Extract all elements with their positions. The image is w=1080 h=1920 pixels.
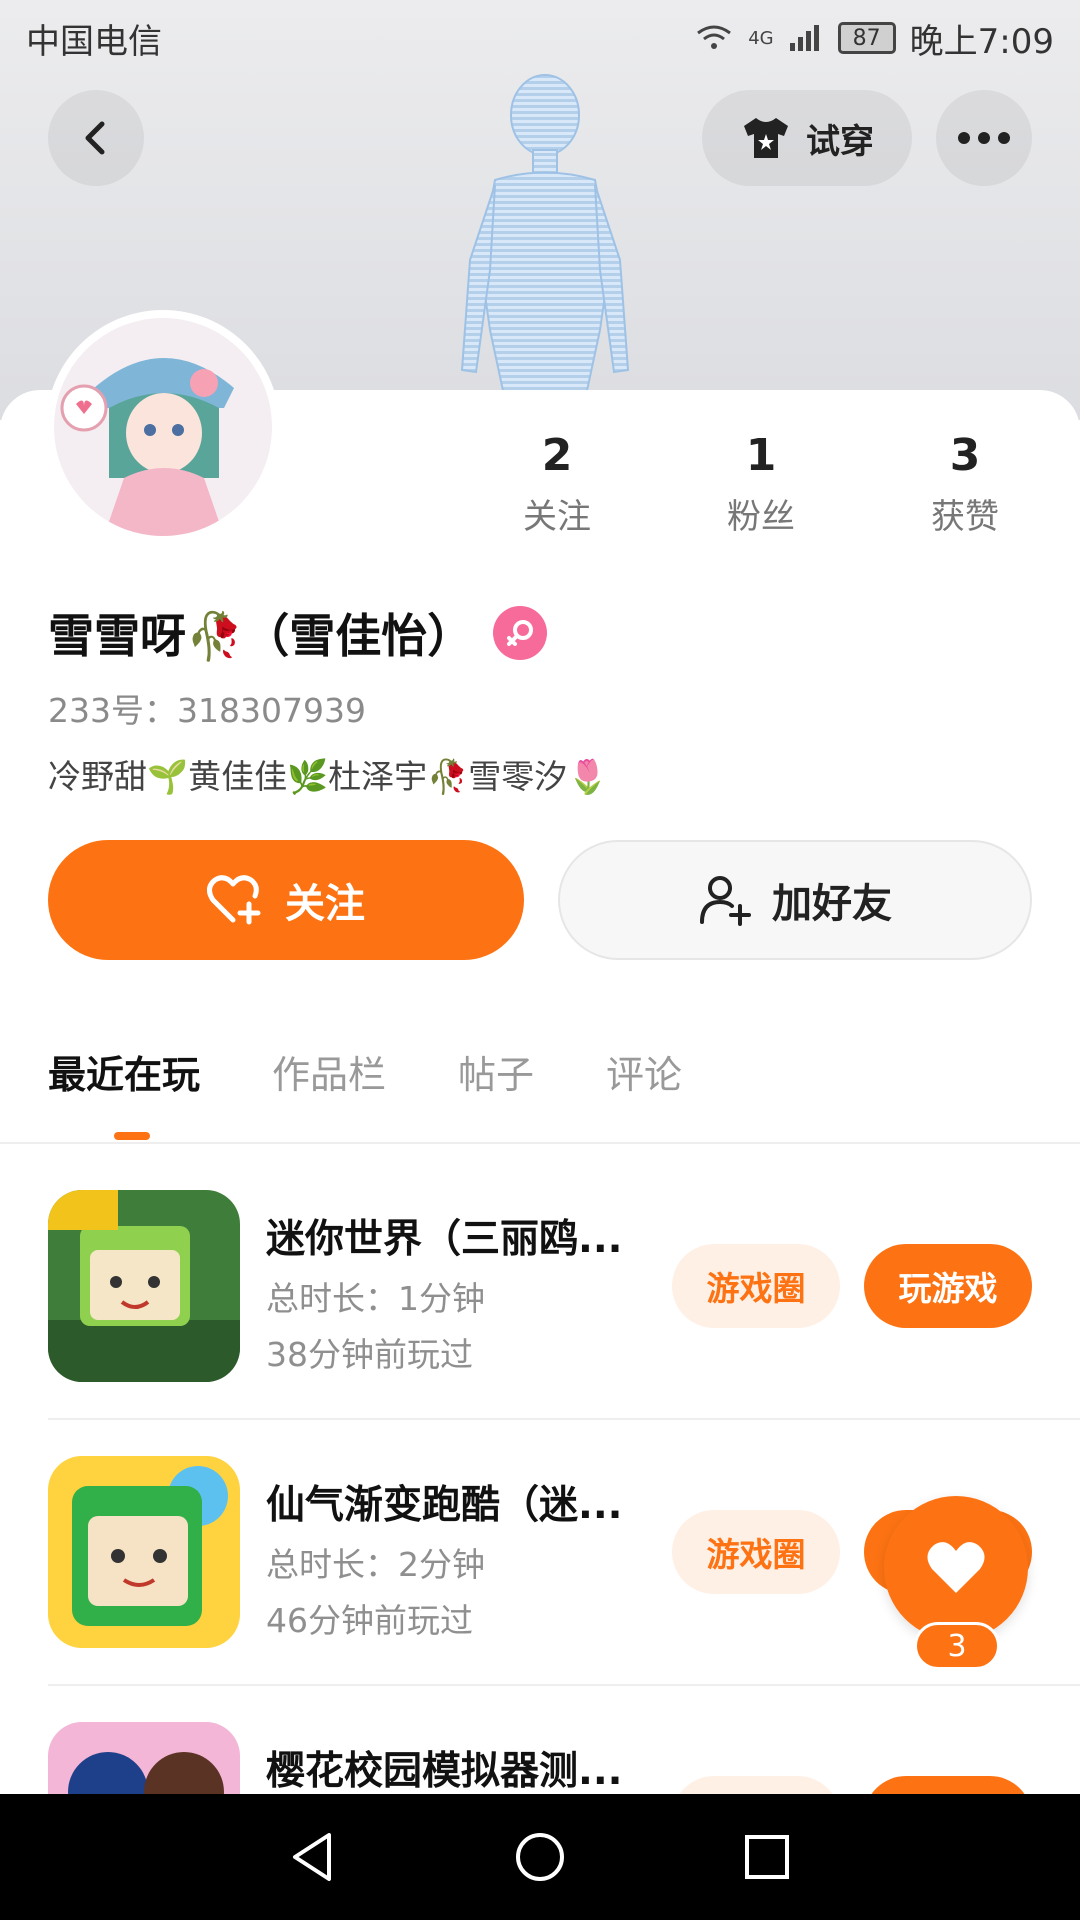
add-user-icon bbox=[700, 876, 751, 926]
wifi-icon bbox=[697, 25, 732, 49]
stat-label: 获赞 bbox=[931, 497, 999, 537]
more-dots-icon bbox=[958, 132, 1010, 144]
list-item[interactable]: 迷你世界（三丽鸥... 总时长：1分钟 38分钟前玩过 游戏圈 玩游戏 bbox=[48, 1190, 1032, 1400]
stat-value: 2 bbox=[541, 430, 573, 481]
game-title: 仙气渐变跑酷（迷... bbox=[266, 1483, 623, 1528]
game-last-played: 38分钟前玩过 bbox=[266, 1335, 473, 1374]
chevron-left-icon bbox=[85, 121, 105, 155]
tab-posts[interactable]: 帖子 bbox=[458, 1044, 534, 1099]
active-tab-indicator bbox=[114, 1132, 150, 1140]
user-id: 233号：318307939 bbox=[48, 691, 366, 730]
game-icon-mini-world[interactable] bbox=[48, 1190, 240, 1382]
game-icon-parkour[interactable] bbox=[48, 1456, 240, 1648]
like-count-badge: 3 bbox=[914, 1622, 1000, 1670]
signal-icon bbox=[789, 25, 819, 51]
try-on-label: 试穿 bbox=[806, 121, 874, 162]
profile-tabs: 最近在玩 作品栏 帖子 评论 bbox=[48, 1044, 754, 1099]
game-circle-button[interactable]: 游戏圈 bbox=[672, 1244, 840, 1328]
stat-label: 粉丝 bbox=[727, 497, 795, 537]
row-divider bbox=[48, 1684, 1080, 1686]
stat-following[interactable]: 2 关注 bbox=[477, 430, 637, 538]
play-game-button[interactable]: 玩游戏 bbox=[864, 1244, 1032, 1328]
carrier-label: 中国电信 bbox=[26, 21, 162, 62]
follow-button[interactable]: 关注 bbox=[48, 840, 524, 960]
status-icons: 4G 87 晚上7:09 bbox=[694, 14, 1054, 63]
stat-label: 关注 bbox=[523, 497, 591, 537]
tab-recently-played[interactable]: 最近在玩 bbox=[48, 1044, 200, 1099]
stat-followers[interactable]: 1 粉丝 bbox=[681, 430, 841, 538]
system-navigation-bar bbox=[0, 1794, 1080, 1920]
profile-name: 雪雪呀🥀（雪佳怡） bbox=[48, 609, 474, 663]
add-friend-button[interactable]: 加好友 bbox=[558, 840, 1032, 960]
back-button[interactable] bbox=[48, 90, 144, 186]
floating-like-button[interactable] bbox=[884, 1496, 1028, 1640]
nav-home-icon[interactable] bbox=[512, 1829, 568, 1885]
tab-comments[interactable]: 评论 bbox=[606, 1044, 682, 1099]
follow-label: 关注 bbox=[285, 881, 365, 927]
status-bar: 中国电信 4G 87 晚上7:09 bbox=[0, 0, 1080, 76]
game-duration: 总时长：2分钟 bbox=[266, 1545, 485, 1584]
stat-value: 1 bbox=[745, 430, 777, 481]
user-bio: 冷野甜🌱黄佳佳🌿杜泽宇🥀雪零汐🌷 bbox=[48, 757, 609, 796]
tabs-divider bbox=[0, 1142, 1080, 1144]
battery-indicator: 87 bbox=[837, 22, 896, 54]
game-circle-button[interactable]: 游戏圈 bbox=[672, 1510, 840, 1594]
clock-label: 晚上7:09 bbox=[909, 21, 1054, 62]
avatar-image bbox=[54, 318, 272, 536]
game-title: 迷你世界（三丽鸥... bbox=[266, 1217, 623, 1262]
nav-recents-icon[interactable] bbox=[739, 1829, 795, 1885]
female-gender-icon bbox=[493, 606, 548, 660]
stat-value: 3 bbox=[949, 430, 981, 481]
try-on-button[interactable]: 试穿 bbox=[702, 90, 912, 186]
user-avatar[interactable] bbox=[46, 310, 280, 544]
nav-back-icon[interactable] bbox=[285, 1829, 341, 1885]
tshirt-icon bbox=[744, 118, 788, 158]
row-divider bbox=[48, 1418, 1080, 1420]
more-button[interactable] bbox=[936, 90, 1032, 186]
game-last-played: 46分钟前玩过 bbox=[266, 1601, 473, 1640]
profile-name-row: 雪雪呀🥀（雪佳怡） bbox=[48, 600, 548, 666]
tab-works[interactable]: 作品栏 bbox=[272, 1044, 386, 1099]
add-friend-label: 加好友 bbox=[772, 881, 892, 927]
network-type-label: 4G bbox=[748, 27, 774, 49]
stat-likes[interactable]: 3 获赞 bbox=[885, 430, 1045, 538]
heart-plus-icon bbox=[207, 875, 261, 925]
game-duration: 总时长：1分钟 bbox=[266, 1279, 485, 1318]
game-title: 樱花校园模拟器测... bbox=[266, 1749, 623, 1794]
heart-icon bbox=[927, 1542, 985, 1593]
